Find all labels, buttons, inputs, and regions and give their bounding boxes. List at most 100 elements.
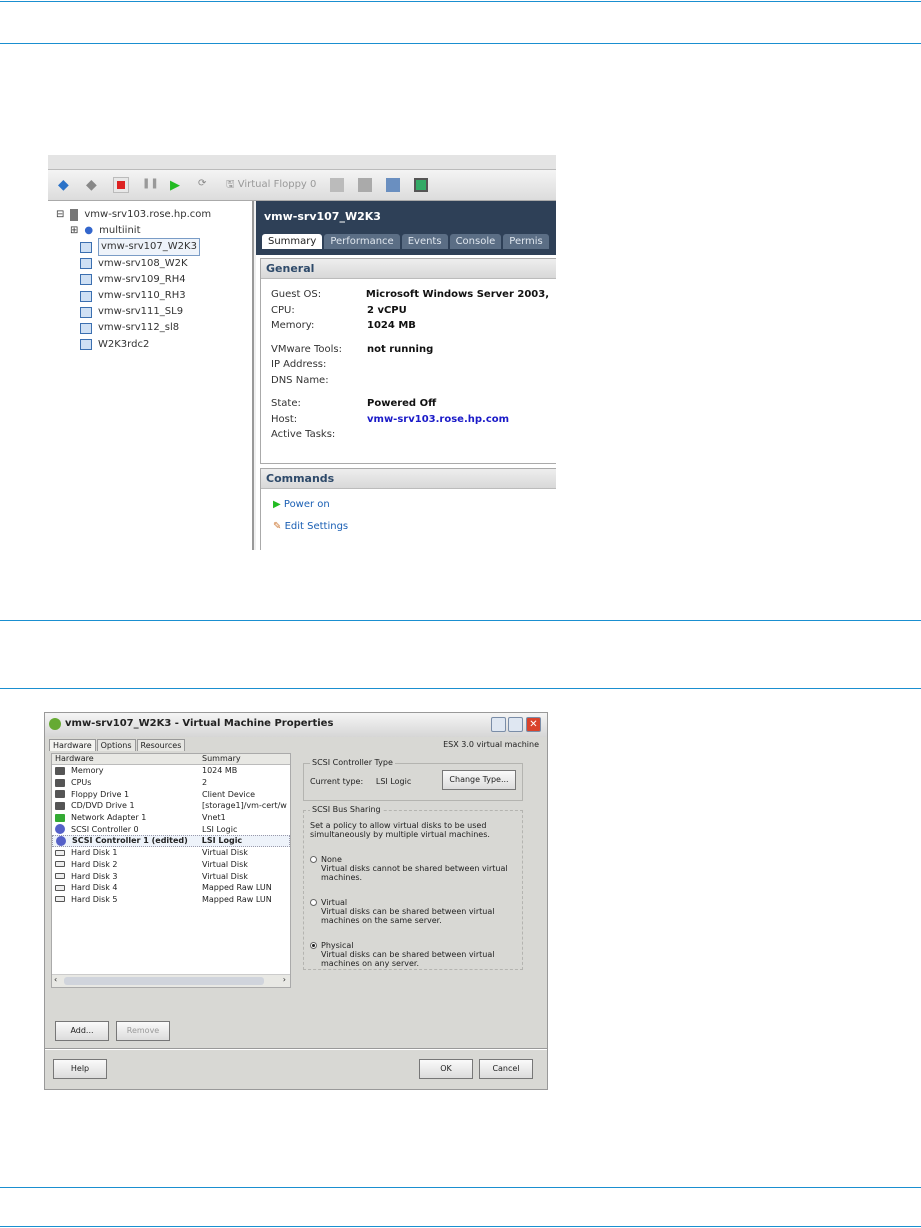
vm-version: ESX 3.0 virtual machine [443,740,539,749]
radio-row[interactable]: Virtual [310,898,516,907]
hardware-name: CD/DVD Drive 1 [52,801,202,810]
cancel-button[interactable]: Cancel [479,1059,533,1079]
tab-hardware[interactable]: Hardware [49,739,96,751]
collapse-icon[interactable]: ⊟ [56,207,64,223]
pause-icon[interactable]: ❚❚ [142,178,159,192]
revert-icon[interactable] [358,178,373,192]
close-button[interactable]: ✕ [526,717,541,732]
hardware-row[interactable]: CPUs 2 [52,777,290,789]
snapshot-manager-icon[interactable] [386,178,401,192]
radio-option-none[interactable]: None Virtual disks cannot be shared betwe… [310,855,516,882]
radio-row[interactable]: Physical [310,941,516,950]
minimize-button[interactable] [491,717,506,732]
tree-vm-label: vmw-srv108_W2K [98,257,188,269]
tree-vm-item[interactable]: vmw-srv110_RH3 [56,288,244,304]
radio-option-virtual[interactable]: Virtual Virtual disks can be shared betwe… [310,898,516,925]
hardware-row[interactable]: Hard Disk 1 Virtual Disk [52,847,290,859]
tree-pool[interactable]: ⊞ ● multiinit [56,223,244,239]
power-on-link[interactable]: ▶ Power on [273,499,547,521]
play-icon[interactable]: ▶ [170,178,184,193]
group-legend: SCSI Controller Type [310,758,395,767]
hardware-row[interactable]: Network Adapter 1 Vnet1 [52,812,290,824]
radio-description: Virtual disks cannot be shared between v… [321,864,508,882]
tab-performance[interactable]: Performance [324,234,400,249]
hardware-row[interactable]: Hard Disk 3 Virtual Disk [52,870,290,882]
hardware-summary: Mapped Raw LUN [202,883,272,893]
hardware-row[interactable]: SCSI Controller 1 (edited) LSI Logic [52,835,290,847]
snapshot-icon[interactable] [330,178,345,192]
help-button[interactable]: Help [53,1059,107,1079]
hardware-row[interactable]: Floppy Drive 1 Client Device [52,788,290,800]
radio-button[interactable] [310,899,317,906]
bus-sharing-description: Set a policy to allow virtual disks to b… [310,821,490,839]
tab-events[interactable]: Events [401,234,448,249]
hardware-label: Hard Disk 3 [71,871,118,881]
scroll-right-icon[interactable]: › [283,975,286,984]
hardware-label: Hard Disk 5 [71,894,118,904]
radio-button[interactable] [310,856,317,863]
floppy-icon: 🖫 [226,178,235,190]
current-type-label: Current type: [310,777,364,786]
expand-icon[interactable]: ⊞ [70,223,78,239]
virtual-floppy-button[interactable]: 🖫 Virtual Floppy 0 [226,177,316,194]
field-value[interactable]: vmw-srv103.rose.hp.com [367,414,509,430]
general-row: Active Tasks: [271,429,549,445]
tree-vm-item[interactable]: vmw-srv109_RH4 [56,272,244,288]
tree-vm-item[interactable]: vmw-srv107_W2K3 [56,238,244,257]
tree-vm-item[interactable]: W2K3rdc2 [56,337,244,353]
general-row: Memory: 1024 MB [271,320,549,336]
tree-vm-item[interactable]: vmw-srv111_SL9 [56,304,244,320]
scroll-thumb[interactable] [64,977,264,985]
section-rule [0,688,921,689]
tree-vm-item[interactable]: vmw-srv108_W2K [56,256,244,272]
radio-button[interactable] [310,942,317,949]
radio-label: None [321,855,342,864]
hardware-row[interactable]: Hard Disk 4 Mapped Raw LUN [52,882,290,894]
column-hardware[interactable]: Hardware [52,754,202,764]
column-summary[interactable]: Summary [202,754,241,764]
radio-row[interactable]: None [310,855,516,864]
hardware-row[interactable]: SCSI Controller 0 LSI Logic [52,823,290,835]
maximize-button[interactable] [508,717,523,732]
console-icon[interactable] [414,178,429,192]
reset-icon[interactable]: ⟳ [198,178,212,192]
hardware-label: Hard Disk 4 [71,883,118,893]
radio-option-physical[interactable]: Physical Virtual disks can be shared betw… [310,941,516,968]
horizontal-scrollbar[interactable]: ‹ › [52,974,290,987]
scsi-icon [56,835,66,846]
back-arrow-icon[interactable]: ◆ [58,178,72,192]
section-rule [0,620,921,621]
hardware-label: Hard Disk 2 [71,859,118,869]
hardware-row[interactable]: Memory 1024 MB [52,765,290,777]
edit-settings-link[interactable]: ✎ Edit Settings [273,521,547,532]
vm-icon [80,306,92,318]
tree-vm-item[interactable]: vmw-srv112_sl8 [56,320,244,336]
change-type-button[interactable]: Change Type... [442,770,516,790]
menu-strip [48,155,556,170]
disk-icon [55,884,65,891]
vsphere-client-screenshot: ◆ ◆ ❚❚ ▶ ⟳ 🖫 Virtual Floppy 0 ⊟ vmw-srv10… [48,155,556,550]
hardware-row[interactable]: Hard Disk 5 Mapped Raw LUN [52,894,290,906]
tab-resources[interactable]: Resources [136,739,186,751]
group-legend: SCSI Bus Sharing [310,805,383,814]
hardware-row[interactable]: CD/DVD Drive 1 [storage1]/vm-cert/w [52,800,290,812]
hardware-name: Floppy Drive 1 [52,790,202,799]
vm-icon [80,290,92,302]
ok-button[interactable]: OK [419,1059,473,1079]
controller-type-group: SCSI Controller Type Current type: LSI L… [303,758,523,801]
tree-host[interactable]: ⊟ vmw-srv103.rose.hp.com [56,207,244,223]
tab-permis[interactable]: Permis [503,234,549,249]
vm-icon [80,339,92,351]
tab-console[interactable]: Console [449,234,502,249]
stop-icon[interactable] [113,177,129,193]
network-icon [55,813,65,822]
tab-summary[interactable]: Summary [262,234,323,249]
forward-arrow-icon[interactable]: ◆ [86,178,100,192]
tab-options[interactable]: Options [96,739,136,751]
hardware-label: Floppy Drive 1 [71,789,130,799]
hardware-row[interactable]: Hard Disk 2 Virtual Disk [52,859,290,871]
field-label: Memory: [271,320,315,331]
field-value: 1024 MB [367,320,416,331]
scroll-left-icon[interactable]: ‹ [54,975,57,984]
add-button[interactable]: Add... [55,1021,109,1041]
